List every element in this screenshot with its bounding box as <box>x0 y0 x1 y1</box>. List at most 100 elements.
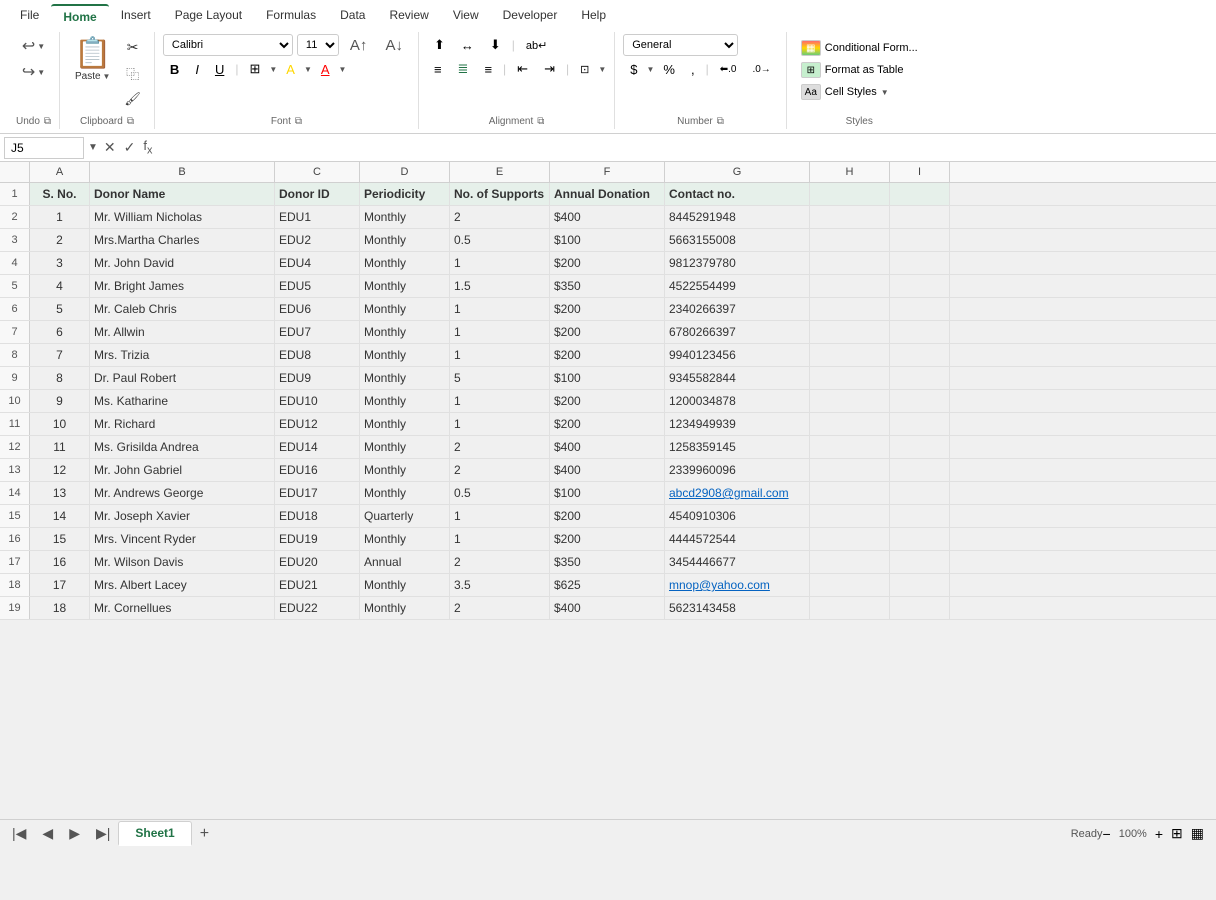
align-middle-button[interactable]: ↔ <box>454 34 481 56</box>
cell-r10-c4[interactable]: 1 <box>450 390 550 412</box>
redo-button[interactable]: ↪ ▼ <box>18 60 49 84</box>
cell-r10-c6[interactable]: 1200034878 <box>665 390 810 412</box>
row-number-1[interactable]: 1 <box>0 183 30 205</box>
cell-r6-c2[interactable]: EDU6 <box>275 298 360 320</box>
header-cell-0[interactable]: S. No. <box>30 183 90 205</box>
formula-input[interactable] <box>158 139 1212 157</box>
align-left-button[interactable]: ≡ <box>427 58 449 80</box>
cell-r5-c1[interactable]: Mr. Bright James <box>90 275 275 297</box>
cell-r2-c7[interactable] <box>810 206 890 228</box>
cell-r3-c6[interactable]: 5663155008 <box>665 229 810 251</box>
cell-r10-c1[interactable]: Ms. Katharine <box>90 390 275 412</box>
sheet-tab-sheet1[interactable]: Sheet1 <box>118 821 191 846</box>
cell-r15-c8[interactable] <box>890 505 950 527</box>
copy-button[interactable]: ⿻ <box>119 61 146 86</box>
cell-r14-c0[interactable]: 13 <box>30 482 90 504</box>
cell-r7-c0[interactable]: 6 <box>30 321 90 343</box>
row-number-2[interactable]: 2 <box>0 206 30 228</box>
cell-r2-c5[interactable]: $400 <box>550 206 665 228</box>
dropdown-arrow[interactable]: ▼ <box>88 142 98 153</box>
cell-r8-c3[interactable]: Monthly <box>360 344 450 366</box>
row-number-14[interactable]: 14 <box>0 482 30 504</box>
cell-r13-c2[interactable]: EDU16 <box>275 459 360 481</box>
cut-button[interactable]: ✂ <box>119 36 146 59</box>
cell-r18-c8[interactable] <box>890 574 950 596</box>
cell-r13-c6[interactable]: 2339960096 <box>665 459 810 481</box>
tab-help[interactable]: Help <box>569 4 618 28</box>
sheet-nav-prev[interactable]: ◀ <box>34 821 61 846</box>
underline-button[interactable]: U <box>208 58 231 80</box>
cell-r16-c7[interactable] <box>810 528 890 550</box>
format-as-table-button[interactable]: ⊞ Format as Table <box>795 60 910 80</box>
cell-r14-c1[interactable]: Mr. Andrews George <box>90 482 275 504</box>
cell-r16-c8[interactable] <box>890 528 950 550</box>
cell-r16-c2[interactable]: EDU19 <box>275 528 360 550</box>
percent-style-button[interactable]: % <box>656 58 682 80</box>
cell-r17-c1[interactable]: Mr. Wilson Davis <box>90 551 275 573</box>
header-cell-2[interactable]: Donor ID <box>275 183 360 205</box>
cell-r9-c7[interactable] <box>810 367 890 389</box>
cell-r19-c2[interactable]: EDU22 <box>275 597 360 619</box>
cell-r8-c6[interactable]: 9940123456 <box>665 344 810 366</box>
font-color-button[interactable]: A <box>314 58 337 80</box>
cell-r11-c4[interactable]: 1 <box>450 413 550 435</box>
cell-r7-c6[interactable]: 6780266397 <box>665 321 810 343</box>
cell-r7-c3[interactable]: Monthly <box>360 321 450 343</box>
col-header-a[interactable]: A <box>30 162 90 182</box>
cell-r19-c1[interactable]: Mr. Cornellues <box>90 597 275 619</box>
number-format-select[interactable]: General <box>623 34 738 56</box>
cell-r10-c5[interactable]: $200 <box>550 390 665 412</box>
cell-r7-c5[interactable]: $200 <box>550 321 665 343</box>
cell-r9-c1[interactable]: Dr. Paul Robert <box>90 367 275 389</box>
row-number-6[interactable]: 6 <box>0 298 30 320</box>
cell-reference-box[interactable]: J5 <box>4 137 84 159</box>
cell-r11-c2[interactable]: EDU12 <box>275 413 360 435</box>
cell-styles-button[interactable]: Aa Cell Styles ▼ <box>795 82 895 102</box>
cell-r14-c4[interactable]: 0.5 <box>450 482 550 504</box>
cell-r3-c7[interactable] <box>810 229 890 251</box>
cell-r13-c0[interactable]: 12 <box>30 459 90 481</box>
cell-r15-c1[interactable]: Mr. Joseph Xavier <box>90 505 275 527</box>
cell-r4-c4[interactable]: 1 <box>450 252 550 274</box>
header-cell-4[interactable]: No. of Supports <box>450 183 550 205</box>
cell-r2-c4[interactable]: 2 <box>450 206 550 228</box>
cell-r11-c0[interactable]: 10 <box>30 413 90 435</box>
cell-r18-c4[interactable]: 3.5 <box>450 574 550 596</box>
col-header-b[interactable]: B <box>90 162 275 182</box>
cell-r3-c4[interactable]: 0.5 <box>450 229 550 251</box>
row-number-9[interactable]: 9 <box>0 367 30 389</box>
cell-r15-c2[interactable]: EDU18 <box>275 505 360 527</box>
cell-r17-c8[interactable] <box>890 551 950 573</box>
cell-r14-c5[interactable]: $100 <box>550 482 665 504</box>
cell-r16-c6[interactable]: 4444572544 <box>665 528 810 550</box>
cell-r2-c2[interactable]: EDU1 <box>275 206 360 228</box>
cell-r3-c2[interactable]: EDU2 <box>275 229 360 251</box>
cell-r14-c8[interactable] <box>890 482 950 504</box>
cell-r15-c7[interactable] <box>810 505 890 527</box>
cell-r16-c0[interactable]: 15 <box>30 528 90 550</box>
page-layout-icon[interactable]: ⊞ <box>1171 825 1183 842</box>
comma-style-button[interactable]: , <box>684 58 702 80</box>
cell-r2-c1[interactable]: Mr. William Nicholas <box>90 206 275 228</box>
bold-button[interactable]: B <box>163 58 186 80</box>
cell-r14-c7[interactable] <box>810 482 890 504</box>
header-cell-1[interactable]: Donor Name <box>90 183 275 205</box>
cell-r10-c0[interactable]: 9 <box>30 390 90 412</box>
cell-r18-c6[interactable]: mnop@yahoo.com <box>665 574 810 596</box>
row-number-19[interactable]: 19 <box>0 597 30 619</box>
indent-decrease-button[interactable]: ⇤ <box>510 58 535 80</box>
cell-r3-c1[interactable]: Mrs.Martha Charles <box>90 229 275 251</box>
cell-r18-c5[interactable]: $625 <box>550 574 665 596</box>
cell-r5-c8[interactable] <box>890 275 950 297</box>
header-cell-7[interactable] <box>810 183 890 205</box>
percent-button[interactable]: $ <box>623 58 644 80</box>
cell-r17-c7[interactable] <box>810 551 890 573</box>
cell-r8-c8[interactable] <box>890 344 950 366</box>
font-shrink-button[interactable]: A↓ <box>378 34 410 56</box>
cell-r6-c8[interactable] <box>890 298 950 320</box>
formula-cancel-icon[interactable]: ✕ <box>102 137 118 158</box>
cell-r5-c7[interactable] <box>810 275 890 297</box>
cell-r9-c6[interactable]: 9345582844 <box>665 367 810 389</box>
fill-color-button[interactable]: A <box>279 58 302 80</box>
cell-r6-c4[interactable]: 1 <box>450 298 550 320</box>
